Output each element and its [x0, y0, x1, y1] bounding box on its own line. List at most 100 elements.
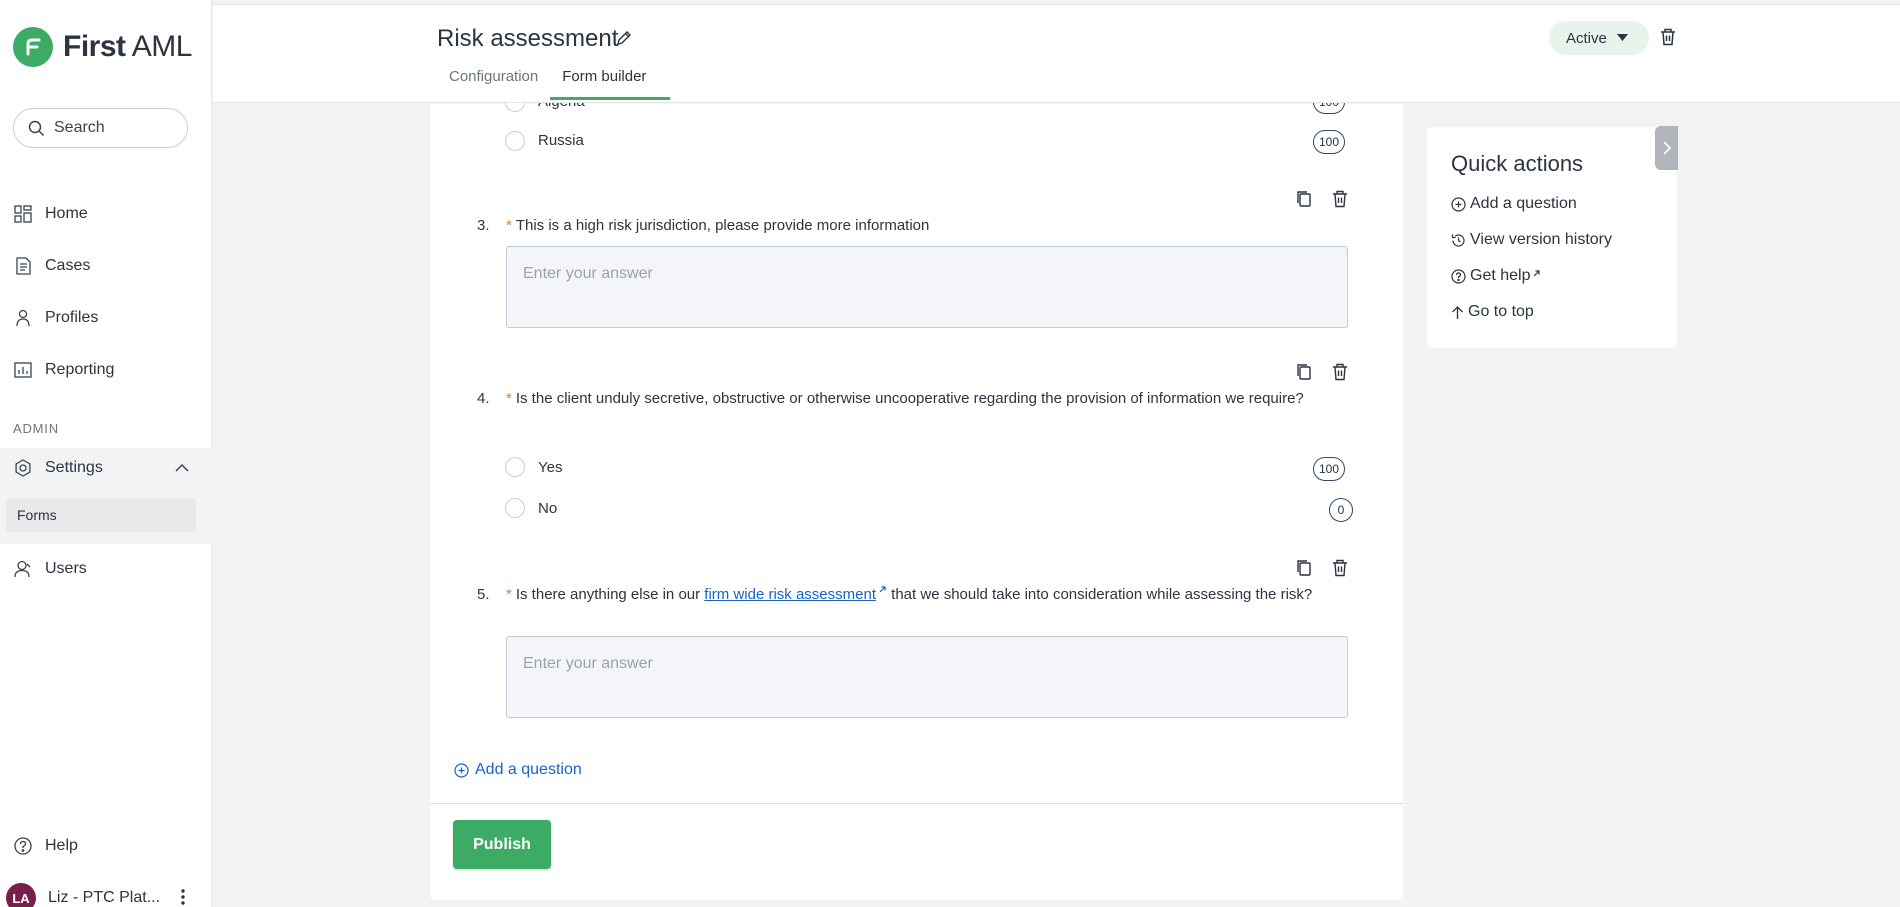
history-icon	[1451, 233, 1465, 247]
question-number: 5.	[477, 586, 490, 603]
qa-label: Get help	[1470, 267, 1531, 284]
external-link-icon	[1534, 269, 1541, 276]
nav-item-settings[interactable]: Settings	[0, 448, 212, 488]
option-radio[interactable]	[505, 131, 525, 151]
pencil-icon[interactable]	[616, 30, 632, 46]
add-question-label: Add a question	[475, 761, 582, 778]
answer-textarea[interactable]: Enter your answer	[506, 246, 1348, 328]
tab-configuration[interactable]: Configuration	[437, 68, 550, 100]
nav-item-profiles[interactable]: Profiles	[0, 298, 212, 338]
status-dropdown[interactable]: Active	[1549, 21, 1649, 55]
firm-risk-assessment-link[interactable]: firm wide risk assessment	[704, 586, 876, 603]
page-title: Risk assessment	[437, 25, 619, 52]
tab-form-builder[interactable]: Form builder	[550, 68, 671, 100]
nav-label: Home	[45, 205, 88, 222]
page-header: Risk assessment Configuration Form build…	[213, 4, 1900, 103]
question-label-before: Is there anything else in our	[515, 586, 701, 603]
user-name: Liz - PTC Plat...	[48, 889, 161, 906]
question-number: 3.	[477, 217, 490, 234]
nav-label: Help	[45, 837, 78, 854]
collapse-panel-button[interactable]	[1655, 126, 1678, 170]
tab-bar: Configuration Form builder	[437, 68, 671, 100]
more-options-icon[interactable]	[180, 888, 186, 906]
logo-mark-icon	[13, 27, 53, 67]
trash-icon[interactable]	[1332, 559, 1348, 577]
dashboard-icon	[13, 204, 33, 224]
answer-textarea[interactable]: Enter your answer	[506, 636, 1348, 718]
question-label-after: that we should take into consideration w…	[891, 586, 1313, 603]
trash-icon[interactable]	[1660, 28, 1676, 46]
duplicate-icon[interactable]	[1296, 190, 1312, 208]
qa-label: Go to top	[1468, 303, 1534, 320]
question-text: * Is the client unduly secretive, obstruc…	[506, 388, 1326, 410]
question-label: This is a high risk jurisdiction, please…	[515, 217, 930, 234]
trash-icon[interactable]	[1332, 363, 1348, 381]
quick-actions-title: Quick actions	[1451, 151, 1584, 176]
search-input[interactable]: Search	[13, 108, 188, 148]
duplicate-icon[interactable]	[1296, 559, 1312, 577]
quick-actions-panel: Quick actions Add a question View versio…	[1427, 127, 1677, 348]
settings-group: Settings Forms	[0, 448, 212, 544]
plus-circle-icon	[454, 762, 469, 778]
question-text: * This is a high risk jurisdiction, pleas…	[506, 215, 1336, 237]
trash-icon[interactable]	[1332, 190, 1348, 208]
option-label: No	[538, 500, 558, 517]
user-icon	[13, 559, 33, 579]
document-icon	[13, 256, 33, 276]
required-marker: *	[506, 217, 512, 234]
qa-go-to-top[interactable]: Go to top	[1451, 303, 1534, 321]
card-divider	[430, 803, 1403, 804]
qa-label: Add a question	[1470, 195, 1577, 212]
chevron-right-icon	[1662, 141, 1671, 155]
duplicate-icon[interactable]	[1296, 363, 1312, 381]
user-menu[interactable]: LA Liz - PTC Plat...	[0, 880, 212, 907]
nav-item-help[interactable]: Help	[0, 826, 212, 866]
qa-label: View version history	[1470, 231, 1612, 248]
arrow-up-icon	[1452, 305, 1463, 319]
gear-icon	[13, 458, 33, 478]
help-icon	[1451, 268, 1466, 284]
add-question-button[interactable]: Add a question	[454, 761, 582, 779]
qa-add-question[interactable]: Add a question	[1451, 195, 1577, 213]
required-marker: *	[506, 586, 512, 603]
nav-item-forms[interactable]: Forms	[6, 498, 196, 532]
option-radio[interactable]	[505, 457, 525, 477]
question-text: * Is there anything else in our firm wide…	[506, 584, 1338, 606]
option-label: Russia	[538, 132, 584, 149]
nav-label: Reporting	[45, 361, 115, 378]
plus-circle-icon	[1451, 196, 1466, 212]
sidebar: First AML Search Home Cases Profiles Rep…	[0, 0, 212, 907]
brand-logo[interactable]: First AML	[13, 27, 192, 67]
external-link-icon	[879, 586, 886, 593]
publish-button[interactable]: Publish	[453, 820, 551, 869]
nav-label: Profiles	[45, 309, 99, 326]
question-number: 4.	[477, 390, 490, 407]
brand-name: First AML	[63, 30, 192, 63]
search-label: Search	[54, 119, 105, 136]
nav-item-cases[interactable]: Cases	[0, 246, 212, 286]
nav-item-home[interactable]: Home	[0, 194, 212, 234]
status-label: Active	[1566, 29, 1607, 47]
score-badge: 0	[1329, 498, 1353, 522]
nav-label: Cases	[45, 257, 91, 274]
caret-down-icon	[1616, 34, 1628, 41]
help-icon	[13, 836, 33, 856]
search-icon	[28, 120, 45, 136]
nav-item-users[interactable]: Users	[0, 549, 212, 589]
nav-label: Users	[45, 560, 87, 577]
option-radio[interactable]	[505, 498, 525, 518]
score-badge: 100	[1313, 457, 1346, 481]
score-badge: 100	[1313, 130, 1346, 154]
option-label: Yes	[538, 459, 563, 476]
nav-label: Settings	[45, 459, 103, 476]
chevron-up-icon[interactable]	[174, 460, 190, 476]
avatar: LA	[6, 883, 36, 907]
chart-icon	[13, 360, 33, 380]
qa-version-history[interactable]: View version history	[1451, 231, 1612, 249]
required-marker: *	[506, 390, 512, 407]
question-label: Is the client unduly secretive, obstruct…	[515, 390, 1304, 407]
nav-item-reporting[interactable]: Reporting	[0, 350, 212, 390]
person-icon	[13, 308, 33, 328]
qa-get-help[interactable]: Get help	[1451, 267, 1541, 285]
admin-section-label: ADMIN	[13, 421, 59, 436]
